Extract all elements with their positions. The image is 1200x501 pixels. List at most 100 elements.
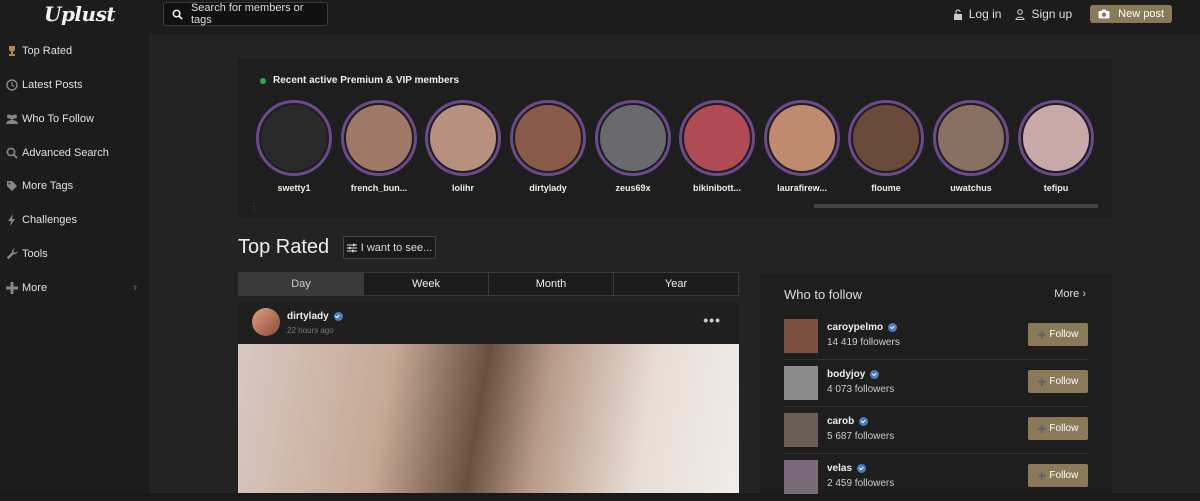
search-placeholder: Search for members or tags xyxy=(190,2,304,26)
login-link[interactable]: Log in xyxy=(953,7,1002,21)
story-member[interactable]: swetty1 xyxy=(256,100,332,193)
sidebar-item-label: Top Rated xyxy=(22,45,73,57)
login-label: Log in xyxy=(968,7,1002,21)
story-member-name: lolihr xyxy=(452,183,474,193)
story-member-name: floume xyxy=(871,183,901,193)
story-member[interactable]: floume xyxy=(848,100,924,193)
sidebar-item-label: More Tags xyxy=(22,180,74,192)
wrench-icon xyxy=(6,248,18,260)
online-dot-icon xyxy=(260,77,266,84)
avatar[interactable] xyxy=(784,460,818,494)
sidebar-item-more-tags[interactable]: More Tags xyxy=(0,176,149,196)
user-name-text[interactable]: caroypelmo xyxy=(827,322,883,333)
post-author[interactable]: dirtylady xyxy=(287,311,343,322)
story-member[interactable]: french_bun... xyxy=(341,100,417,193)
followers-count: 14 419 followers xyxy=(827,337,900,348)
add-user-icon: ➕ xyxy=(1037,425,1047,433)
story-member-name: tefipu xyxy=(1043,183,1069,193)
story-member[interactable]: dirtylady xyxy=(510,100,586,193)
sidebar-item-advanced-search[interactable]: Advanced Search xyxy=(0,143,149,163)
post-image[interactable] xyxy=(238,344,739,493)
story-member-name: bikinibott... xyxy=(693,183,741,193)
story-member[interactable]: zeus69x xyxy=(595,100,671,193)
user-name: carob xyxy=(827,416,869,427)
signup-link[interactable]: Sign up xyxy=(1015,7,1072,21)
verified-icon xyxy=(333,312,343,321)
sidebar-item-label: Challenges xyxy=(22,214,78,226)
premium-members-panel: Recent active Premium & VIP members swet… xyxy=(238,59,1112,218)
avatar xyxy=(600,105,666,171)
avatar xyxy=(769,105,835,171)
sidebar-item-tools[interactable]: Tools xyxy=(0,244,149,264)
list-item: velas 2 459 followers ➕ Follow xyxy=(784,454,1088,501)
avatar[interactable] xyxy=(784,413,818,447)
follow-label: Follow xyxy=(1049,423,1079,434)
signup-label: Sign up xyxy=(1031,7,1073,21)
avatar[interactable] xyxy=(784,319,818,353)
story-member[interactable]: bikinibott... xyxy=(679,100,755,193)
period-tabs: Day Week Month Year xyxy=(238,272,739,296)
sidebar-item-more[interactable]: More › xyxy=(0,278,149,298)
stories-scrollbar[interactable] xyxy=(814,204,1098,208)
chevron-right-icon: › xyxy=(1082,288,1086,300)
sidebar-item-label: More xyxy=(22,282,48,294)
camera-icon xyxy=(1098,9,1110,19)
tab-month[interactable]: Month xyxy=(489,273,614,295)
who-to-follow-panel: Who to follow More › caroypelmo 14 419 f… xyxy=(760,273,1112,494)
sidebar-item-top-rated[interactable]: Top Rated xyxy=(0,41,149,61)
scroll-handle-icon[interactable]: ⋮ xyxy=(250,202,258,211)
avatar[interactable] xyxy=(252,308,280,336)
avatar xyxy=(684,105,750,171)
story-member[interactable]: lolihr xyxy=(425,100,501,193)
follow-label: Follow xyxy=(1049,329,1079,340)
story-member[interactable]: tefipu xyxy=(1018,100,1094,193)
sidebar-item-latest-posts[interactable]: Latest Posts xyxy=(0,75,149,95)
user-name: caroypelmo xyxy=(827,322,898,333)
sidebar-item-who-to-follow[interactable]: Who To Follow xyxy=(0,109,149,129)
sidebar-item-label: Latest Posts xyxy=(22,79,83,91)
lock-icon xyxy=(953,8,962,20)
follow-button[interactable]: ➕ Follow xyxy=(1028,370,1088,393)
plus-icon xyxy=(6,282,18,294)
tab-day[interactable]: Day xyxy=(239,273,364,295)
user-name-text[interactable]: velas xyxy=(827,463,852,474)
follow-button[interactable]: ➕ Follow xyxy=(1028,464,1088,487)
new-post-button[interactable]: New post xyxy=(1090,5,1172,23)
follow-label: Follow xyxy=(1049,470,1079,481)
list-item: caroypelmo 14 419 followers ➕ Follow xyxy=(784,313,1088,360)
more-link[interactable]: More › xyxy=(1054,288,1086,300)
story-member[interactable]: laurafirew... xyxy=(764,100,840,193)
logo[interactable]: Uplust xyxy=(44,2,116,26)
clock-icon xyxy=(6,79,18,91)
search-input[interactable]: Search for members or tags xyxy=(163,2,328,26)
user-name-text[interactable]: carob xyxy=(827,416,854,427)
follow-button[interactable]: ➕ Follow xyxy=(1028,417,1088,440)
avatar xyxy=(938,105,1004,171)
list-item: carob 5 687 followers ➕ Follow xyxy=(784,407,1088,454)
follow-label: Follow xyxy=(1049,376,1079,387)
follow-button[interactable]: ➕ Follow xyxy=(1028,323,1088,346)
post-card: dirtylady 22 hours ago ••• xyxy=(238,302,739,493)
story-member-name: uwatchus xyxy=(950,183,992,193)
sidebar-item-label: Advanced Search xyxy=(22,147,109,159)
sidebar: Top Rated Latest Posts Who To Follow Adv… xyxy=(0,35,149,493)
user-name-text[interactable]: bodyjoy xyxy=(827,369,865,380)
more-label: More xyxy=(1054,288,1080,300)
user-icon xyxy=(1015,8,1025,20)
story-member[interactable]: uwatchus xyxy=(933,100,1009,193)
followers-count: 4 073 followers xyxy=(827,384,895,395)
user-name: velas xyxy=(827,463,867,474)
verified-icon xyxy=(888,323,898,332)
avatar xyxy=(1023,105,1089,171)
add-user-icon: ➕ xyxy=(1037,331,1047,339)
tab-year[interactable]: Year xyxy=(614,273,738,295)
story-member-name: swetty1 xyxy=(277,183,311,193)
post-menu-button[interactable]: ••• xyxy=(703,312,721,328)
tab-week[interactable]: Week xyxy=(364,273,489,295)
filter-button[interactable]: I want to see... xyxy=(343,236,436,259)
tag-icon xyxy=(7,181,17,191)
sidebar-item-challenges[interactable]: Challenges xyxy=(0,210,149,230)
followers-count: 2 459 followers xyxy=(827,478,895,489)
story-member-name: laurafirew... xyxy=(777,183,827,193)
avatar[interactable] xyxy=(784,366,818,400)
